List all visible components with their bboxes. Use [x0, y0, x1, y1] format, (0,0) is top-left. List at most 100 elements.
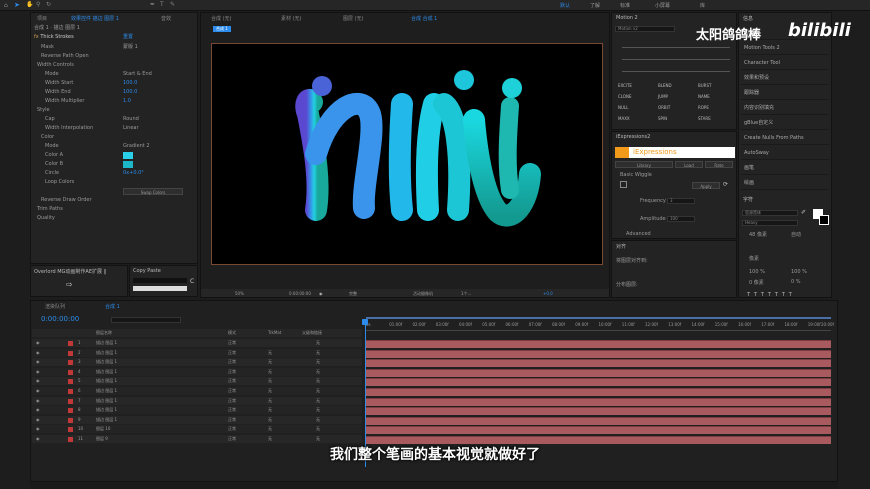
eye-icon[interactable]: ◉	[36, 349, 40, 357]
text-style-buttons[interactable]: TTTTTTT	[747, 292, 796, 297]
effect-property-value[interactable]: Round	[123, 115, 139, 124]
tab-footage[interactable]: 素材 (无)	[281, 15, 302, 23]
text-tool-icon[interactable]: T	[160, 1, 164, 8]
time-ruler[interactable]: 0s 01:00f 02:00f 03:00f 04:00f 05:00f 06:00f 07…	[366, 319, 834, 331]
effect-property-row[interactable]: Reverse Path Open	[31, 52, 197, 61]
motion-preset-button[interactable]: STARE	[698, 116, 711, 121]
eye-icon[interactable]: ◉	[36, 339, 40, 347]
label-color[interactable]	[68, 389, 73, 394]
playhead-handle[interactable]	[362, 319, 368, 325]
effect-property-value[interactable]: 1.0	[123, 97, 131, 106]
toolbar-right-item[interactable]: 标准	[620, 2, 630, 9]
layer-trkmat[interactable]: 无	[268, 358, 272, 366]
layer-parent[interactable]: 无	[316, 406, 320, 414]
eye-icon[interactable]: ◉	[36, 368, 40, 376]
effect-property-row[interactable]: Mask 蒙版 1	[31, 43, 197, 52]
effect-property-value[interactable]: 蒙版 1	[123, 43, 138, 52]
effect-property-row[interactable]: Width End 100.0	[31, 88, 197, 97]
timeline-layer-row[interactable]: ◉ 3 描边 图层 1 正常 无 无	[32, 358, 362, 367]
layer-trkmat[interactable]: 无	[268, 397, 272, 405]
timeline-layer-row[interactable]: ◉ 5 描边 图层 1 正常 无 无	[32, 377, 362, 386]
label-color[interactable]	[68, 417, 73, 423]
selection-tool-icon[interactable]: ➤	[14, 1, 20, 9]
eye-icon[interactable]: ◉	[36, 416, 40, 424]
apply-button[interactable]: Apply	[692, 182, 720, 189]
comp-timecode[interactable]: 0:00:00:00	[289, 289, 311, 297]
font-family-select[interactable]: 思源黑体	[742, 210, 798, 216]
toolbar-right-item[interactable]: 默认	[560, 2, 570, 9]
copy-paste-bar[interactable]	[133, 286, 187, 291]
effect-property-row[interactable]: Color A	[31, 151, 197, 160]
motion-preset-button[interactable]: ROPE	[698, 105, 709, 110]
label-color[interactable]	[68, 408, 73, 414]
hand-tool-icon[interactable]: ✋	[26, 1, 33, 8]
effect-property-row[interactable]: Color B	[31, 160, 197, 169]
zoom-tool-icon[interactable]: ⚲	[36, 1, 40, 8]
layer-name[interactable]: 描边 图层 1	[96, 358, 117, 366]
layer-track-bar[interactable]	[366, 368, 831, 377]
right-panel-item[interactable]: 效果和预设	[741, 72, 829, 85]
home-icon[interactable]: ⌂	[4, 2, 8, 9]
timeline-timecode[interactable]: 0:00:00:00	[41, 315, 79, 323]
effect-property-row[interactable]: Width Controls	[31, 61, 197, 70]
exposure-offset[interactable]: +0.0	[543, 289, 553, 297]
layer-track-bar[interactable]	[366, 378, 831, 387]
tab-comp-none[interactable]: 合成 (无)	[211, 15, 232, 23]
timeline-layer-row[interactable]: ◉ 1 描边 图层 1 正常 无	[32, 339, 362, 347]
effect-property-row[interactable]: Circle 0x+0.0°	[31, 169, 197, 178]
layer-mode[interactable]: 正常	[228, 349, 236, 357]
layer-name[interactable]: 描边 图层 1	[96, 406, 117, 414]
right-panel-item[interactable]: 绘画	[741, 177, 829, 190]
layer-name[interactable]: 描边 图层 1	[96, 416, 117, 424]
effect-property-value[interactable]: Linear	[123, 124, 139, 133]
layer-parent[interactable]: 无	[316, 397, 320, 405]
effect-property-value[interactable]: Start & End	[123, 70, 152, 79]
effect-property-value[interactable]: Gradient 2	[123, 142, 150, 151]
toolbar-right-item[interactable]: 小屏幕	[655, 2, 670, 9]
tab-timeline-comp[interactable]: 合成 1	[105, 303, 120, 311]
tab-composition[interactable]: 合成 合成 1	[411, 15, 437, 23]
timeline-layer-row[interactable]: ◉ 9 描边 图层 1 正常 无 无	[32, 415, 362, 424]
frequency-input[interactable]: 3	[667, 198, 695, 204]
reset-link[interactable]: 重置	[123, 33, 133, 42]
layer-parent[interactable]: 无	[316, 416, 320, 424]
layer-mode[interactable]: 正常	[228, 368, 236, 376]
eye-icon[interactable]: ◉	[36, 435, 40, 443]
copy-icon[interactable]: C	[190, 278, 194, 285]
layer-parent[interactable]: 无	[316, 387, 320, 395]
motion-preset-button[interactable]: JUMP	[658, 94, 668, 99]
layer-parent[interactable]: 无	[316, 349, 320, 357]
layer-track-bar[interactable]	[366, 426, 831, 435]
quality-select[interactable]: 完整	[349, 289, 357, 297]
layer-trkmat[interactable]: 无	[268, 377, 272, 385]
label-color[interactable]	[68, 427, 73, 433]
toolbar-right-item[interactable]: 了解	[590, 2, 600, 9]
layer-name[interactable]: 图层 10	[96, 425, 110, 433]
comp-subtab[interactable]: 合成 1	[213, 26, 231, 32]
layer-mode[interactable]: 正常	[228, 406, 236, 414]
layer-trkmat[interactable]: 无	[268, 387, 272, 395]
tracking-value[interactable]: 像素	[749, 255, 759, 262]
eye-icon[interactable]: ◉	[36, 397, 40, 405]
right-panel-item[interactable]: 内容识别填充	[741, 102, 829, 115]
layer-trkmat[interactable]: 无	[268, 416, 272, 424]
effect-property-row[interactable]: Width Interpolation Linear	[31, 124, 197, 133]
layer-trkmat[interactable]: 无	[268, 406, 272, 414]
eye-icon[interactable]: ◉	[36, 406, 40, 414]
layer-track-bar[interactable]	[366, 407, 831, 416]
timeline-search[interactable]	[111, 317, 181, 323]
motion-preset-button[interactable]: EXCITE	[618, 83, 632, 88]
motion-slider-3[interactable]	[622, 71, 730, 72]
right-panel-item[interactable]: AutoSway	[741, 147, 829, 160]
label-color[interactable]	[68, 437, 73, 442]
timeline-layer-row[interactable]: ◉ 7 描边 图层 1 正常 无 无	[32, 396, 362, 405]
label-color[interactable]	[68, 360, 73, 366]
eyedropper-icon[interactable]: ✐	[801, 209, 806, 216]
timeline-layer-row[interactable]: ◉ 8 描边 图层 1 正常 无 无	[32, 406, 362, 415]
motion-preset-button[interactable]: MAXX	[618, 116, 630, 121]
layer-mode[interactable]: 正常	[228, 339, 236, 347]
right-panel-item[interactable]: 画笔	[741, 162, 829, 175]
eye-icon[interactable]: ◉	[36, 358, 40, 366]
timeline-layer-row[interactable]: ◉ 10 图层 10 正常 无 无	[32, 425, 362, 434]
layer-name[interactable]: 描边 图层 1	[96, 368, 117, 376]
